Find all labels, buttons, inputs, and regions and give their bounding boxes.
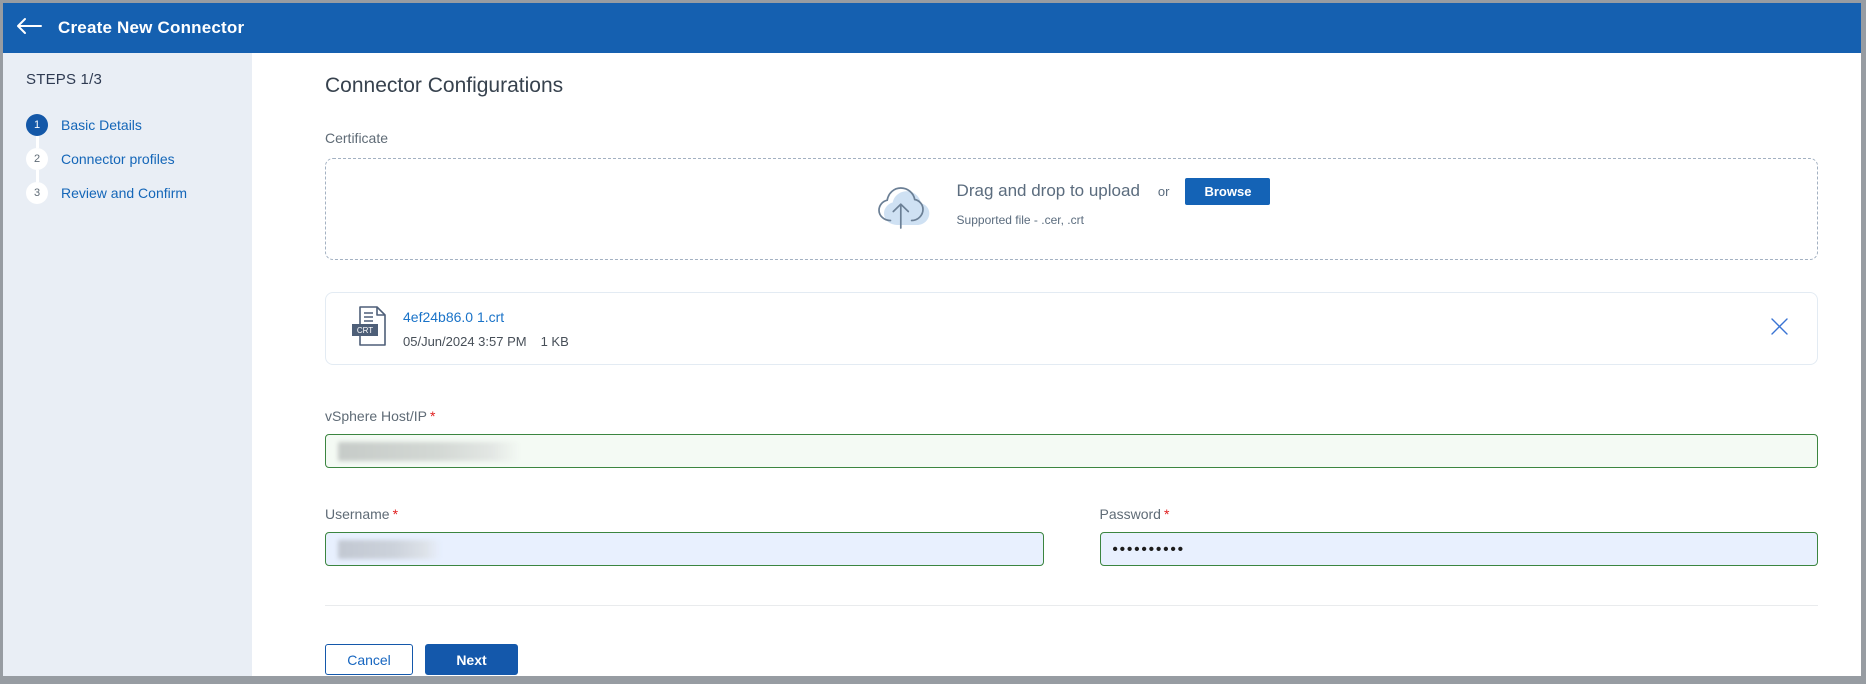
- username-input[interactable]: [325, 532, 1044, 566]
- password-label-text: Password: [1099, 506, 1161, 522]
- connector-configurations-panel: Connector Configurations Certificate Dra…: [252, 53, 1861, 676]
- cancel-button[interactable]: Cancel: [325, 644, 413, 675]
- step-number-badge: 1: [26, 114, 48, 136]
- steps-progress-label: STEPS 1/3: [26, 71, 103, 88]
- required-asterisk: *: [392, 506, 399, 522]
- step-label: Review and Confirm: [61, 185, 188, 201]
- sidebar-step-connector-profiles[interactable]: 2 Connector profiles: [26, 148, 242, 182]
- step-number-badge: 2: [26, 148, 48, 170]
- remove-file-button[interactable]: [1770, 317, 1789, 341]
- window-title: Create New Connector: [58, 18, 245, 37]
- step-label: Connector profiles: [61, 151, 175, 167]
- supported-files-text: Supported file - .cer, .crt: [956, 212, 1084, 227]
- required-asterisk: *: [1163, 506, 1170, 522]
- password-field-group: Password * ••••••••••: [1099, 506, 1819, 566]
- redacted-value: [338, 441, 520, 461]
- next-button[interactable]: Next: [425, 644, 518, 675]
- password-label: Password *: [1100, 506, 1819, 522]
- steps-sidebar: STEPS 1/3 1 Basic Details 2 Connector pr…: [3, 53, 252, 676]
- uploaded-file-meta: 05/Jun/2024 3:57 PM 1 KB: [403, 334, 569, 349]
- certificate-label: Certificate: [325, 130, 389, 146]
- svg-text:CRT: CRT: [357, 326, 373, 335]
- arrow-left-icon: [15, 17, 42, 40]
- step-label: Basic Details: [61, 117, 142, 133]
- cloud-upload-icon: [873, 178, 935, 241]
- host-field-group: vSphere Host/IP *: [325, 408, 1818, 468]
- sidebar-step-basic-details[interactable]: 1 Basic Details: [26, 114, 242, 148]
- screenshot-frame: Create New Connector STEPS 1/3 1 Basic D…: [0, 0, 1866, 684]
- uploaded-file-name-link[interactable]: 4ef24b86.0 1.crt: [403, 309, 569, 325]
- uploaded-file-size: 1 KB: [540, 333, 569, 349]
- username-label-text: Username: [325, 506, 390, 522]
- header-bar: Create New Connector: [3, 3, 1861, 53]
- step-number-badge: 3: [26, 182, 48, 204]
- page-title: Connector Configurations: [325, 74, 564, 97]
- username-field-group: Username *: [325, 506, 1044, 566]
- drag-drop-text: Drag and drop to upload: [956, 181, 1140, 200]
- wizard-actions: Cancel Next: [325, 644, 1818, 675]
- close-icon: [1770, 317, 1789, 341]
- uploaded-file-card: CRT 4ef24b86.0 1.crt 05/Jun/2024 3:57 PM…: [325, 292, 1818, 365]
- create-connector-window: Create New Connector STEPS 1/3 1 Basic D…: [3, 3, 1861, 676]
- required-asterisk: *: [429, 408, 436, 424]
- username-label: Username *: [325, 506, 1044, 522]
- browse-button[interactable]: Browse: [1185, 177, 1271, 205]
- back-button[interactable]: [15, 17, 42, 40]
- host-label-text: vSphere Host/IP: [325, 408, 427, 424]
- masked-password-value: ••••••••••: [1112, 540, 1186, 558]
- host-input[interactable]: [325, 434, 1818, 468]
- or-text: or: [1157, 183, 1170, 199]
- redacted-value: [338, 539, 441, 559]
- sidebar-step-review-confirm[interactable]: 3 Review and Confirm: [26, 182, 242, 204]
- crt-file-icon: CRT: [350, 304, 388, 353]
- host-label: vSphere Host/IP *: [325, 408, 1818, 424]
- certificate-dropzone[interactable]: Drag and drop to upload or Browse Suppor…: [325, 158, 1818, 260]
- footer-divider: [325, 605, 1818, 606]
- uploaded-file-date: 05/Jun/2024 3:57 PM: [403, 333, 527, 349]
- password-input[interactable]: ••••••••••: [1099, 532, 1818, 566]
